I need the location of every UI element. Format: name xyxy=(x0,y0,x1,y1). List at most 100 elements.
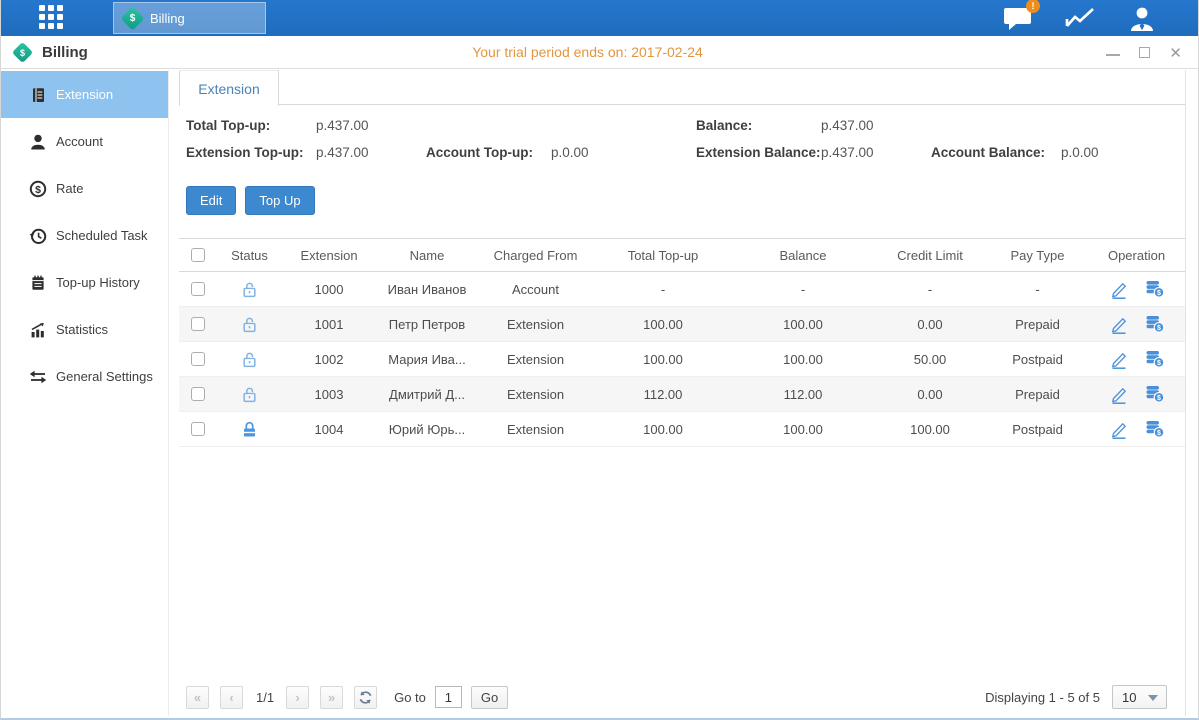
select-all-checkbox[interactable] xyxy=(191,248,205,262)
go-button[interactable]: Go xyxy=(471,686,508,709)
cell-total-topup: 100.00 xyxy=(593,342,733,377)
col-charged-from[interactable]: Charged From xyxy=(478,239,593,272)
lock-open-icon[interactable] xyxy=(241,281,258,298)
lock-open-icon[interactable] xyxy=(241,386,258,403)
top-up-button[interactable]: Top Up xyxy=(245,186,314,215)
refresh-icon xyxy=(358,690,373,705)
trial-notice: Your trial period ends on: 2017-02-24 xyxy=(472,44,703,60)
col-name[interactable]: Name xyxy=(376,239,478,272)
window-app-icon: $ xyxy=(12,41,33,62)
window-title-bar: $ Billing Your trial period ends on: 201… xyxy=(1,36,1198,69)
notification-badge: ! xyxy=(1026,0,1040,13)
cell-credit-limit: 100.00 xyxy=(873,412,987,447)
sidebar-item-extension[interactable]: Extension xyxy=(1,71,168,118)
row-checkbox[interactable] xyxy=(191,387,205,401)
last-page-button[interactable]: » xyxy=(320,686,343,709)
tab-extension[interactable]: Extension xyxy=(179,70,279,106)
person-icon xyxy=(29,133,47,151)
sidebar-item-label: Top-up History xyxy=(56,275,140,290)
taskbar-tab-billing[interactable]: $ Billing xyxy=(113,2,266,34)
minimize-icon[interactable] xyxy=(1106,50,1120,56)
tab-label: Extension xyxy=(198,81,259,97)
edit-icon[interactable] xyxy=(1109,314,1129,334)
edit-icon[interactable] xyxy=(1109,349,1129,369)
table-row[interactable]: 1003Дмитрий Д...Extension112.00112.000.0… xyxy=(179,377,1185,412)
page-size-select[interactable]: 10 xyxy=(1112,685,1167,709)
svg-text:$: $ xyxy=(35,183,41,195)
account-topup-label: Account Top-up: xyxy=(426,145,551,160)
extension-topup-label: Extension Top-up: xyxy=(186,145,316,160)
cell-extension: 1000 xyxy=(282,272,376,307)
goto-label: Go to xyxy=(394,690,426,705)
sidebar-item-statistics[interactable]: Statistics xyxy=(1,306,168,353)
row-checkbox[interactable] xyxy=(191,317,205,331)
lock-closed-icon[interactable] xyxy=(241,421,258,438)
history-clock-icon xyxy=(29,227,47,245)
balance-label: Balance: xyxy=(696,118,821,133)
reports-chart-icon[interactable] xyxy=(1065,5,1096,31)
edit-icon[interactable] xyxy=(1109,419,1129,439)
col-status[interactable]: Status xyxy=(217,239,282,272)
col-pay-type[interactable]: Pay Type xyxy=(987,239,1088,272)
goto-page-input[interactable] xyxy=(435,686,462,708)
lock-open-icon[interactable] xyxy=(241,351,258,368)
balance-value: p.437.00 xyxy=(821,118,931,133)
topup-icon[interactable]: $ xyxy=(1145,350,1165,368)
topup-icon[interactable]: $ xyxy=(1145,315,1165,333)
row-checkbox[interactable] xyxy=(191,422,205,436)
col-extension[interactable]: Extension xyxy=(282,239,376,272)
row-checkbox[interactable] xyxy=(191,282,205,296)
window-controls: ✕ xyxy=(1106,36,1182,69)
edit-icon[interactable] xyxy=(1109,384,1129,404)
cell-charged-from: Extension xyxy=(478,342,593,377)
cell-operation: $ xyxy=(1088,272,1185,307)
topup-icon[interactable]: $ xyxy=(1145,420,1165,438)
refresh-button[interactable] xyxy=(354,686,377,709)
prev-page-button[interactable]: ‹ xyxy=(220,686,243,709)
cell-operation: $ xyxy=(1088,377,1185,412)
sidebar-item-label: Rate xyxy=(56,181,83,196)
edit-button[interactable]: Edit xyxy=(186,186,236,215)
cell-name: Дмитрий Д... xyxy=(376,377,478,412)
close-icon[interactable]: ✕ xyxy=(1169,44,1182,62)
cell-name: Юрий Юрь... xyxy=(376,412,478,447)
first-page-button[interactable]: « xyxy=(186,686,209,709)
chat-icon[interactable]: ! xyxy=(1003,5,1033,31)
lock-open-icon[interactable] xyxy=(241,316,258,333)
cell-extension: 1003 xyxy=(282,377,376,412)
cell-balance: 100.00 xyxy=(733,307,873,342)
action-buttons: Edit Top Up xyxy=(179,186,1185,215)
app-window: $ Billing ! xyxy=(0,0,1199,720)
edit-icon[interactable] xyxy=(1109,279,1129,299)
extension-balance-label: Extension Balance: xyxy=(696,145,821,160)
topup-icon[interactable]: $ xyxy=(1145,280,1165,298)
svg-text:$: $ xyxy=(1157,290,1161,297)
cell-charged-from: Extension xyxy=(478,377,593,412)
table-row[interactable]: 1000Иван ИвановAccount----$ xyxy=(179,272,1185,307)
cell-extension: 1002 xyxy=(282,342,376,377)
app-launcher-icon[interactable] xyxy=(39,5,66,31)
taskbar-tab-label: Billing xyxy=(150,11,185,26)
bar-chart-icon xyxy=(29,321,47,339)
topup-icon[interactable]: $ xyxy=(1145,385,1165,403)
sidebar-item-topup-history[interactable]: Top-up History xyxy=(1,259,168,306)
svg-text:$: $ xyxy=(1157,395,1161,402)
table-row[interactable]: 1004Юрий Юрь...Extension100.00100.00100.… xyxy=(179,412,1185,447)
svg-text:$: $ xyxy=(1157,430,1161,437)
user-account-icon[interactable] xyxy=(1128,5,1156,32)
cell-total-topup: - xyxy=(593,272,733,307)
sidebar-item-rate[interactable]: $ Rate xyxy=(1,165,168,212)
cell-balance: - xyxy=(733,272,873,307)
table-row[interactable]: 1001Петр ПетровExtension100.00100.000.00… xyxy=(179,307,1185,342)
maximize-icon[interactable] xyxy=(1139,47,1150,58)
col-balance[interactable]: Balance xyxy=(733,239,873,272)
table-row[interactable]: 1002Мария Ива...Extension100.00100.0050.… xyxy=(179,342,1185,377)
col-total-topup[interactable]: Total Top-up xyxy=(593,239,733,272)
sidebar-item-label: Account xyxy=(56,134,103,149)
sidebar-item-account[interactable]: Account xyxy=(1,118,168,165)
next-page-button[interactable]: › xyxy=(286,686,309,709)
row-checkbox[interactable] xyxy=(191,352,205,366)
col-credit-limit[interactable]: Credit Limit xyxy=(873,239,987,272)
sidebar-item-general-settings[interactable]: General Settings xyxy=(1,353,168,400)
sidebar-item-scheduled-task[interactable]: Scheduled Task xyxy=(1,212,168,259)
